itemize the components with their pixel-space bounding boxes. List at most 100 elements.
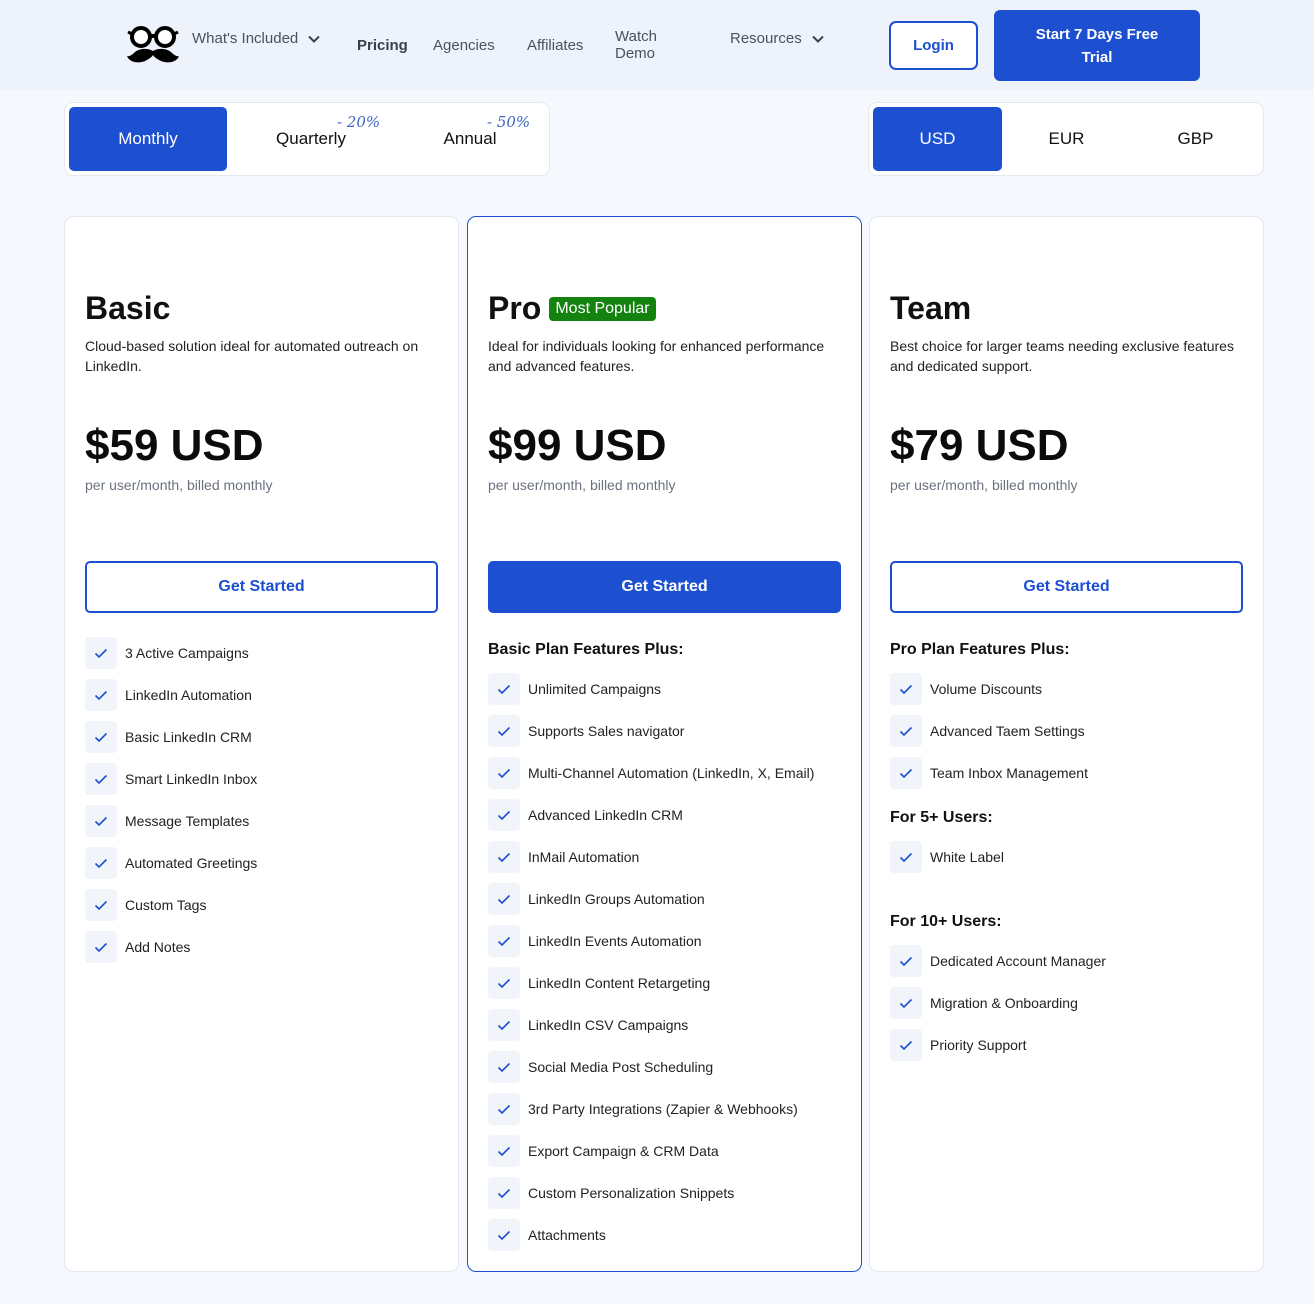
- feature-item: Volume Discounts: [890, 673, 1042, 705]
- feature-label: LinkedIn CSV Campaigns: [528, 1017, 689, 1033]
- check-icon: [85, 679, 117, 711]
- nav-affiliates[interactable]: Affiliates: [527, 37, 583, 54]
- plan-card-pro: Pro Most Popular Ideal for individuals l…: [467, 216, 862, 1272]
- plan-price: $99 USD: [488, 421, 667, 470]
- nav-watch-demo-line2: Demo: [615, 45, 656, 62]
- nav-agencies-label: Agencies: [433, 37, 495, 54]
- feature-label: Social Media Post Scheduling: [528, 1059, 714, 1075]
- feature-label: Smart LinkedIn Inbox: [125, 771, 258, 787]
- plan-billing-note: per user/month, billed monthly: [85, 477, 273, 493]
- check-icon: [890, 1029, 922, 1061]
- feature-item: Dedicated Account Manager: [890, 945, 1106, 977]
- get-started-button[interactable]: Get Started: [488, 561, 841, 613]
- feature-label: LinkedIn Content Retargeting: [528, 975, 711, 991]
- check-icon: [85, 721, 117, 753]
- section-heading-5-users: For 5+ Users:: [890, 809, 993, 826]
- feature-item: Smart LinkedIn Inbox: [85, 763, 257, 795]
- feature-label: LinkedIn Automation: [125, 687, 252, 703]
- get-started-button[interactable]: Get Started: [890, 561, 1243, 613]
- check-icon: [85, 805, 117, 837]
- get-started-button[interactable]: Get Started: [85, 561, 438, 613]
- feature-label: Unlimited Campaigns: [528, 681, 662, 697]
- feature-label: Export Campaign & CRM Data: [528, 1143, 719, 1159]
- feature-item: Custom Tags: [85, 889, 206, 921]
- section-heading: Pro Plan Features Plus:: [890, 641, 1070, 658]
- feature-label: Basic LinkedIn CRM: [125, 729, 252, 745]
- login-button[interactable]: Login: [889, 21, 978, 70]
- feature-item: Team Inbox Management: [890, 757, 1088, 789]
- feature-label: Team Inbox Management: [930, 765, 1088, 781]
- feature-label: LinkedIn Events Automation: [528, 933, 702, 949]
- currency-usd-option[interactable]: USD: [873, 107, 1002, 171]
- feature-item: Message Templates: [85, 805, 249, 837]
- plan-description: Ideal for individuals looking for enhanc…: [488, 338, 825, 374]
- plan-card-basic: Basic Cloud-based solution ideal for aut…: [64, 216, 459, 1272]
- check-icon: [488, 967, 520, 999]
- plan-billing-note: per user/month, billed monthly: [890, 477, 1078, 493]
- feature-item: Automated Greetings: [85, 847, 257, 879]
- start-trial-button[interactable]: Start 7 Days Free Trial: [994, 10, 1200, 81]
- feature-label: Volume Discounts: [930, 681, 1043, 697]
- feature-label: Dedicated Account Manager: [930, 953, 1106, 969]
- check-icon: [85, 889, 117, 921]
- check-icon: [85, 763, 117, 795]
- plan-card-team: Team Best choice for larger teams needin…: [869, 216, 1264, 1272]
- most-popular-badge: Most Popular: [549, 296, 656, 321]
- nav-whats-included[interactable]: What's Included: [192, 30, 320, 47]
- check-icon: [890, 987, 922, 1019]
- plan-price: $59 USD: [85, 421, 264, 470]
- currency-gbp-option[interactable]: GBP: [1131, 107, 1260, 171]
- feature-item: Export Campaign & CRM Data: [488, 1135, 719, 1167]
- mustache-glasses-logo-icon[interactable]: [126, 24, 180, 68]
- check-icon: [890, 757, 922, 789]
- nav-agencies[interactable]: Agencies: [433, 37, 495, 54]
- plan-billing-note: per user/month, billed monthly: [488, 477, 676, 493]
- feature-item: LinkedIn Content Retargeting: [488, 967, 710, 999]
- feature-item: Unlimited Campaigns: [488, 673, 661, 705]
- feature-label: Attachments: [528, 1227, 606, 1243]
- check-icon: [488, 883, 520, 915]
- plan-name: Pro Most Popular: [488, 290, 656, 327]
- currency-eur-option[interactable]: EUR: [1002, 107, 1131, 171]
- feature-item: Basic LinkedIn CRM: [85, 721, 252, 753]
- quarterly-discount-label: - 20%: [337, 113, 381, 131]
- feature-label: Automated Greetings: [125, 855, 258, 871]
- feature-label: 3rd Party Integrations (Zapier & Webhook…: [528, 1101, 798, 1117]
- feature-label: LinkedIn Groups Automation: [528, 891, 705, 907]
- feature-item: Priority Support: [890, 1029, 1026, 1061]
- check-icon: [890, 673, 922, 705]
- section-heading-10-users: For 10+ Users:: [890, 913, 1002, 930]
- section-heading: Basic Plan Features Plus:: [488, 641, 684, 658]
- feature-label: Message Templates: [125, 813, 250, 829]
- check-icon: [488, 1219, 520, 1251]
- nav-resources[interactable]: Resources: [730, 30, 824, 47]
- feature-label: Custom Tags: [125, 897, 207, 913]
- feature-item: Advanced Taem Settings: [890, 715, 1085, 747]
- check-icon: [890, 945, 922, 977]
- period-monthly-option[interactable]: Monthly: [69, 107, 227, 171]
- check-icon: [488, 1135, 520, 1167]
- check-icon: [488, 673, 520, 705]
- feature-label: Advanced LinkedIn CRM: [528, 807, 683, 823]
- check-icon: [488, 799, 520, 831]
- nav-pricing[interactable]: Pricing: [357, 37, 408, 54]
- nav-resources-label: Resources: [730, 30, 802, 47]
- check-icon: [85, 847, 117, 879]
- plan-name: Team: [890, 290, 971, 327]
- feature-item: Add Notes: [85, 931, 190, 963]
- plan-name: Basic: [85, 290, 170, 327]
- chevron-down-icon: [811, 35, 824, 43]
- check-icon: [488, 841, 520, 873]
- feature-item: White Label: [890, 841, 1004, 873]
- check-icon: [488, 715, 520, 747]
- feature-label: InMail Automation: [528, 849, 640, 865]
- feature-item: Migration & Onboarding: [890, 987, 1078, 1019]
- top-navigation: What's Included Pricing Agencies Affilia…: [0, 0, 1314, 90]
- feature-item: 3rd Party Integrations (Zapier & Webhook…: [488, 1093, 798, 1125]
- chevron-down-icon: [308, 35, 320, 43]
- nav-affiliates-label: Affiliates: [527, 37, 584, 54]
- check-icon: [488, 1009, 520, 1041]
- nav-watch-demo[interactable]: Watch Demo: [615, 28, 657, 62]
- nav-watch-demo-line1: Watch: [615, 28, 657, 45]
- feature-label: Custom Personalization Snippets: [528, 1185, 735, 1201]
